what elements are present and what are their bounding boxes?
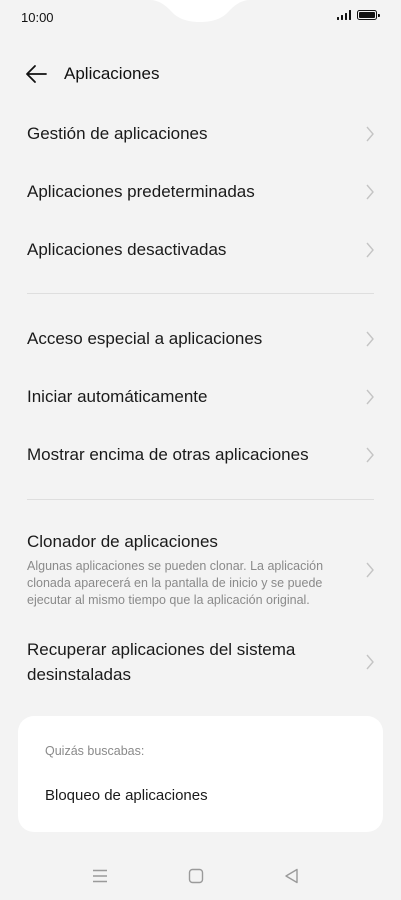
chevron-right-icon bbox=[366, 242, 374, 258]
arrow-left-icon[interactable] bbox=[24, 63, 48, 85]
status-icons bbox=[336, 10, 380, 20]
section-divider bbox=[27, 499, 374, 500]
row-label: Gestión de aplicaciones bbox=[27, 124, 208, 143]
suggestion-bloqueo-aplicaciones[interactable]: Bloqueo de aplicaciones bbox=[45, 787, 208, 804]
row-gestion-aplicaciones[interactable]: Gestión de aplicaciones bbox=[0, 114, 401, 154]
chevron-right-icon bbox=[366, 126, 374, 142]
row-label-line2: desinstaladas bbox=[27, 665, 131, 684]
page-title: Aplicaciones bbox=[64, 64, 160, 83]
home-square-icon[interactable] bbox=[186, 866, 206, 886]
chevron-right-icon bbox=[366, 184, 374, 200]
camera-notch bbox=[150, 0, 250, 22]
row-acceso-especial[interactable]: Acceso especial a aplicaciones bbox=[0, 319, 401, 359]
header: Aplicaciones bbox=[0, 52, 401, 96]
back-triangle-icon[interactable] bbox=[282, 866, 302, 886]
row-label: Clonador de aplicaciones bbox=[27, 532, 218, 551]
row-label: Acceso especial a aplicaciones bbox=[27, 329, 263, 348]
chevron-right-icon bbox=[366, 562, 374, 578]
row-clonador-aplicaciones[interactable]: Clonador de aplicaciones Algunas aplicac… bbox=[0, 526, 401, 616]
row-aplicaciones-desactivadas[interactable]: Aplicaciones desactivadas bbox=[0, 230, 401, 270]
row-label: Aplicaciones predeterminadas bbox=[27, 182, 255, 201]
battery-icon bbox=[357, 10, 380, 20]
suggestions-caption: Quizás buscabas: bbox=[45, 744, 145, 758]
suggestions-card: Quizás buscabas: Bloqueo de aplicaciones bbox=[18, 716, 383, 832]
row-aplicaciones-predeterminadas[interactable]: Aplicaciones predeterminadas bbox=[0, 172, 401, 212]
row-description: Algunas aplicaciones se pueden clonar. L… bbox=[27, 559, 324, 607]
row-label-line1: Recuperar aplicaciones del sistema bbox=[27, 640, 296, 659]
navigation-bar bbox=[0, 860, 401, 892]
status-bar: 10:00 bbox=[0, 0, 401, 36]
status-time: 10:00 bbox=[21, 10, 54, 25]
screen: 10:00 Aplicaciones Gestión de aplicacion… bbox=[0, 0, 401, 900]
row-recuperar-aplicaciones[interactable]: Recuperar aplicaciones del sistema desin… bbox=[0, 636, 401, 690]
row-label: Iniciar automáticamente bbox=[27, 387, 208, 406]
chevron-right-icon bbox=[366, 447, 374, 463]
signal-icon bbox=[336, 10, 351, 20]
section-divider bbox=[27, 293, 374, 294]
chevron-right-icon bbox=[366, 654, 374, 670]
row-iniciar-automaticamente[interactable]: Iniciar automáticamente bbox=[0, 377, 401, 417]
row-label: Mostrar encima de otras aplicaciones bbox=[27, 445, 309, 464]
row-mostrar-encima[interactable]: Mostrar encima de otras aplicaciones bbox=[0, 435, 401, 475]
chevron-right-icon bbox=[366, 389, 374, 405]
chevron-right-icon bbox=[366, 331, 374, 347]
menu-icon[interactable] bbox=[90, 866, 110, 886]
row-label: Aplicaciones desactivadas bbox=[27, 240, 227, 259]
